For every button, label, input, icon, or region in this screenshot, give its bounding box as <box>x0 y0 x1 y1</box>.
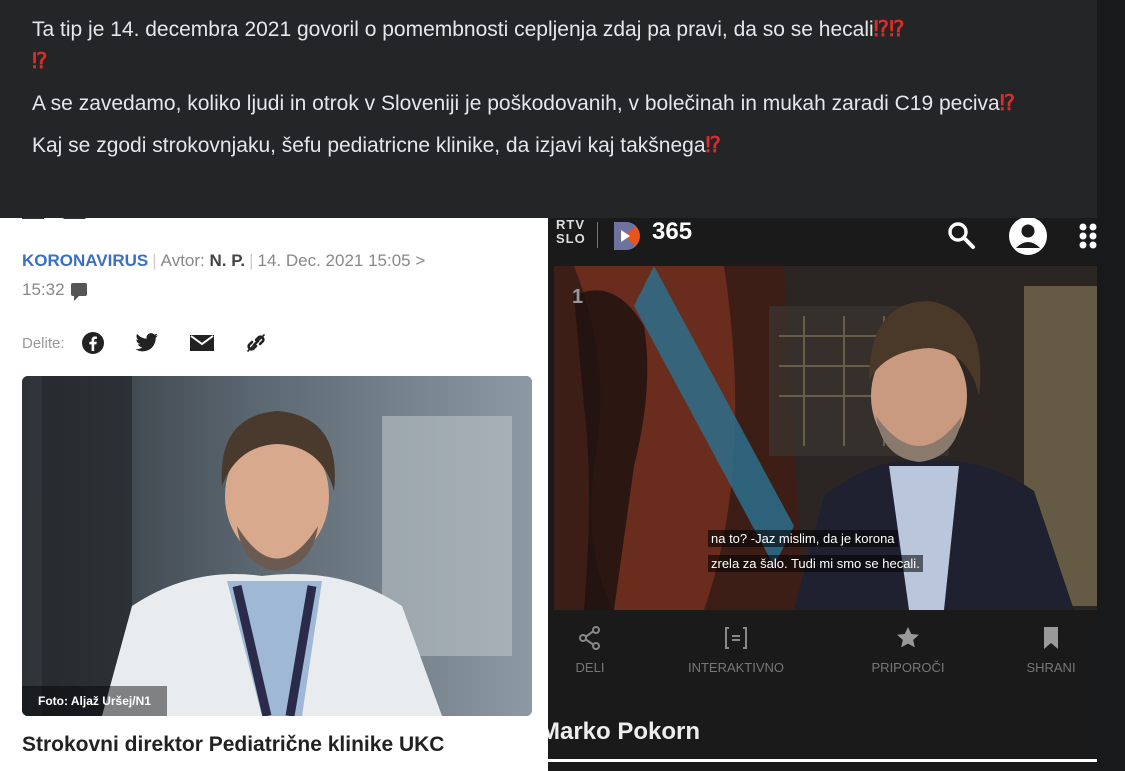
name-underline <box>548 759 1097 762</box>
365-play-logo-icon <box>614 221 640 251</box>
article-updated-time: 15:32 <box>22 280 65 299</box>
account-icon[interactable] <box>1006 218 1050 256</box>
post-line-2: A se zavedamo, koliko ljudi in otrok v S… <box>32 92 1016 115</box>
post-line-1: Ta tip je 14. decembra 2021 govoril o po… <box>32 18 905 73</box>
menu-icon[interactable] <box>1078 222 1097 250</box>
recommend-button[interactable]: PRIPOROČI <box>848 622 968 675</box>
facebook-icon[interactable] <box>81 331 105 355</box>
cut-off-title: — · — · <box>22 218 99 230</box>
interactive-button[interactable]: INTERAKTIVNO <box>676 622 796 675</box>
interactive-label: INTERAKTIVNO <box>687 660 785 675</box>
link-icon[interactable] <box>245 332 267 354</box>
page-edge <box>1097 0 1125 771</box>
brand-name: 365 <box>652 218 693 245</box>
post-line-3: Kaj se zgodi strokovnjaku, šefu pediatri… <box>32 134 721 157</box>
share-button[interactable]: DELI <box>548 622 650 675</box>
article-screenshot: — · — · KORONAVIRUS|Avtor: N. P.|14. Dec… <box>0 218 548 771</box>
app-header: RTV SLO 365 <box>548 218 1097 264</box>
save-label: SHRANI <box>1026 660 1076 675</box>
save-button[interactable]: SHRANI <box>991 622 1097 675</box>
bookmark-icon <box>1044 627 1058 649</box>
rtv-slo-logo: RTV SLO <box>556 218 586 246</box>
video-app-screenshot: RTV SLO 365 1 na to? -Jaz mislim, da je k… <box>548 218 1097 771</box>
article-photo: Foto: Aljaž Uršej/N1 <box>22 376 532 716</box>
video-subtitles: na to? -Jaz mislim, da je korona zrela z… <box>708 526 923 576</box>
star-icon <box>897 627 919 648</box>
category-link[interactable]: KORONAVIRUS <box>22 251 148 270</box>
twitter-icon[interactable] <box>135 333 159 353</box>
share-icon <box>579 626 600 650</box>
exclamation-question-emoji: ⁉ <box>32 50 48 73</box>
doctor-portrait-image <box>22 376 532 716</box>
video-player[interactable]: 1 na to? -Jaz mislim, da je korona zrela… <box>554 266 1097 610</box>
photo-credit: Foto: Aljaž Uršej/N1 <box>22 686 167 716</box>
share-label: Delite: <box>22 334 65 352</box>
interactive-icon <box>725 627 747 649</box>
search-icon[interactable] <box>946 220 976 250</box>
mail-icon[interactable] <box>189 334 215 352</box>
article-headline[interactable]: Strokovni direktor Pediatrične klinike U… <box>22 733 444 757</box>
recommend-label: PRIPOROČI <box>871 660 945 675</box>
exclamation-question-emoji: ⁉ <box>705 134 721 157</box>
share-row: Delite: <box>22 328 297 358</box>
person-name: Marko Pokorn <box>548 718 701 745</box>
share-label: DELI <box>575 660 605 675</box>
subtitle-line-1: na to? -Jaz mislim, da je korona <box>708 530 898 547</box>
author-label: Avtor: <box>160 251 205 270</box>
post-text: Ta tip je 14. decembra 2021 govoril o po… <box>0 0 1097 218</box>
video-counter: 1 <box>572 286 584 308</box>
logo-divider <box>597 222 598 248</box>
exclamation-question-emoji: ⁉⁉ <box>873 18 905 41</box>
comment-icon[interactable] <box>70 283 87 301</box>
action-bar: DELI INTERAKTIVNO PRIPOROČI SHRANI <box>548 622 1097 692</box>
author-name[interactable]: N. P. <box>210 251 246 270</box>
article-meta: KORONAVIRUS | Avtor: N. P. | 14. Dec. 2021 1… <box>22 251 426 301</box>
subtitle-line-2: zrela za šalo. Tudi mi smo se hecali. <box>708 555 923 572</box>
exclamation-question-emoji: ⁉ <box>999 92 1016 115</box>
article-date: 14. Dec. 2021 15:05 > <box>257 251 426 270</box>
